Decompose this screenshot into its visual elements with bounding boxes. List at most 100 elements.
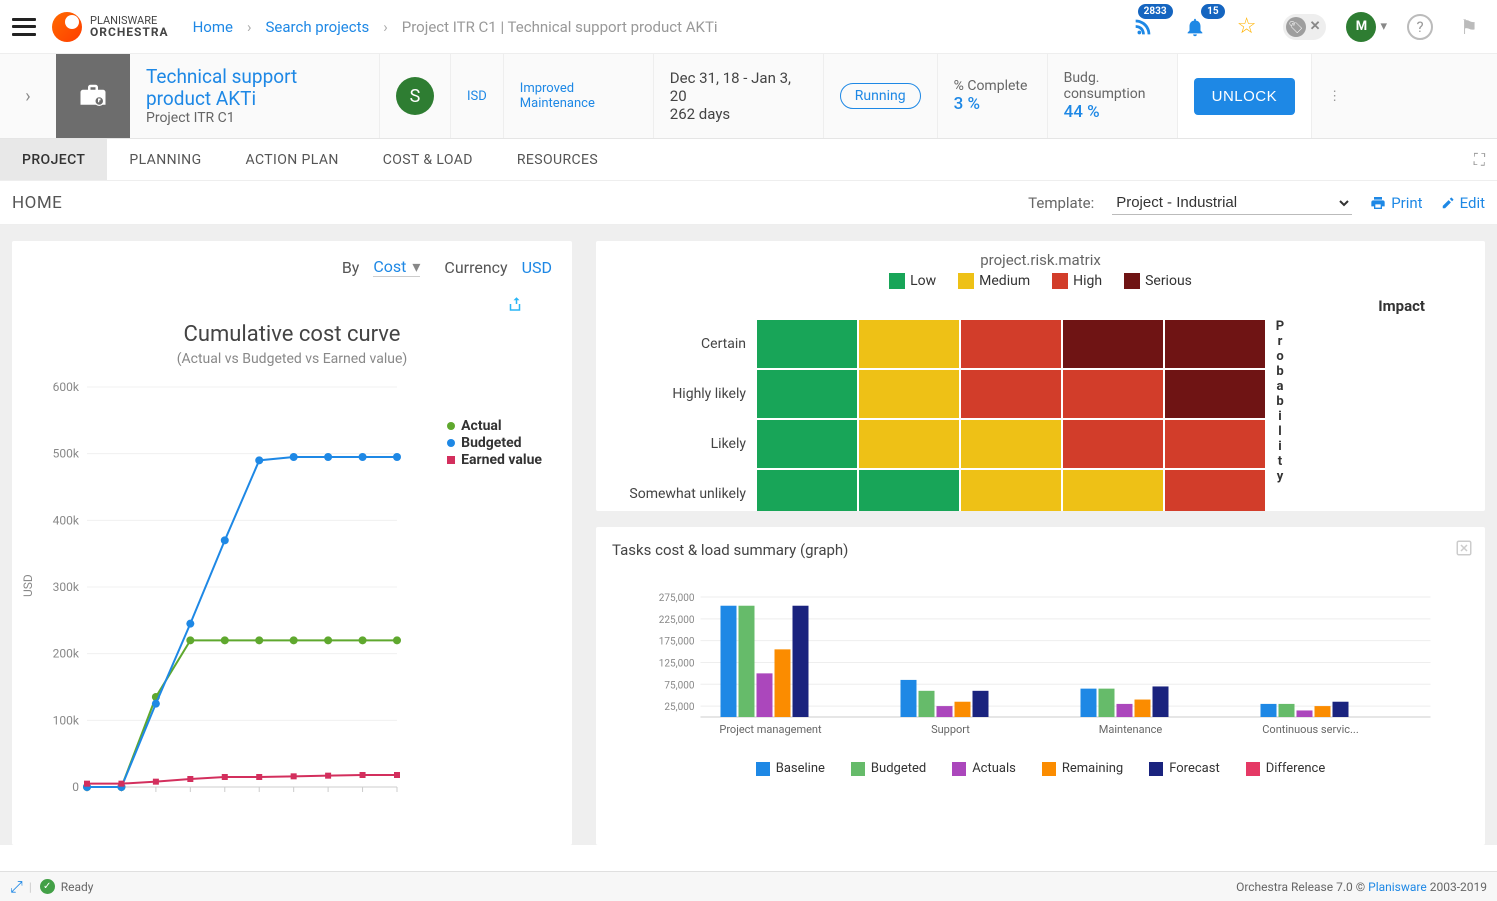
risk-legend: Low Medium High Serious: [596, 273, 1485, 289]
risk-row: Certain: [596, 319, 1266, 369]
metric-budget-value: 44 %: [1064, 102, 1161, 122]
risk-cell[interactable]: [961, 420, 1061, 468]
svg-text:175,000: 175,000: [659, 637, 695, 648]
feed-icon[interactable]: 2833: [1127, 11, 1159, 43]
metric-complete-value: 3 %: [954, 94, 1031, 114]
svg-text:500k: 500k: [53, 447, 80, 461]
svg-text:200k: 200k: [53, 647, 80, 661]
flag-icon[interactable]: ⚑: [1453, 11, 1485, 43]
risk-cell[interactable]: [1063, 420, 1163, 468]
template-select[interactable]: Project - Industrial: [1112, 191, 1352, 215]
tasks-bar-chart: 25,00075,000125,000175,000225,000275,000…: [596, 567, 1485, 747]
print-button[interactable]: Print: [1370, 194, 1422, 212]
svg-text:Support: Support: [931, 723, 970, 736]
risk-cell[interactable]: [1165, 420, 1265, 468]
help-icon[interactable]: ?: [1407, 14, 1433, 40]
star-icon[interactable]: ☆: [1231, 11, 1263, 43]
risk-cell[interactable]: [859, 470, 959, 511]
risk-cell[interactable]: [757, 320, 857, 368]
breadcrumb-home[interactable]: Home: [193, 18, 233, 36]
metric-budget-label: Budg. consumption: [1064, 70, 1161, 102]
chart-title: Cumulative cost curve: [12, 322, 572, 347]
svg-text:225,000: 225,000: [659, 615, 695, 626]
tag-pill[interactable]: 🏷✕: [1283, 14, 1327, 40]
risk-cell[interactable]: [961, 470, 1061, 511]
excel-export-icon[interactable]: [1455, 539, 1473, 561]
risk-cell[interactable]: [961, 320, 1061, 368]
svg-text:275,000: 275,000: [659, 593, 695, 604]
svg-text:125,000: 125,000: [659, 658, 695, 669]
breadcrumb: Home › Search projects › Project ITR C1 …: [193, 18, 718, 36]
tab-action-plan[interactable]: ACTION PLAN: [224, 139, 361, 180]
brand-line2: ORCHESTRA: [90, 25, 169, 39]
expand-icon[interactable]: ⤢: [10, 877, 23, 897]
risk-row: Likely: [596, 419, 1266, 469]
user-menu[interactable]: M ▾: [1346, 12, 1387, 42]
status-text: Ready: [61, 880, 94, 894]
by-label: By: [342, 258, 360, 277]
status-badge: Running: [840, 83, 921, 109]
owner-avatar[interactable]: S: [396, 77, 434, 115]
risk-title: project.risk.matrix: [596, 251, 1485, 269]
breadcrumb-search[interactable]: Search projects: [266, 18, 370, 36]
chart-legend: Actual Budgeted Earned value: [447, 417, 542, 469]
project-title[interactable]: Technical support product AKTi: [146, 66, 363, 110]
more-icon[interactable]: ⋮: [1312, 54, 1357, 138]
risk-cell[interactable]: [1165, 370, 1265, 418]
by-select[interactable]: Cost ▾: [373, 257, 420, 277]
project-dates: Dec 31, 18 - Jan 3, 20: [670, 69, 807, 105]
risk-cell[interactable]: [1063, 470, 1163, 511]
cost-curve-panel: By Cost ▾ Currency USD Cumulative cost c…: [12, 241, 572, 845]
logo[interactable]: PLANISWAREORCHESTRA: [52, 12, 169, 42]
risk-cell[interactable]: [1165, 470, 1265, 511]
bell-icon[interactable]: 15: [1179, 11, 1211, 43]
back-button[interactable]: ›: [0, 54, 56, 138]
stage-1[interactable]: Improved: [520, 81, 637, 96]
tab-resources[interactable]: RESOURCES: [495, 139, 620, 180]
svg-text:75,000: 75,000: [664, 680, 694, 691]
svg-text:0: 0: [72, 780, 79, 794]
release-text: Orchestra Release 7.0 ©: [1236, 880, 1368, 894]
risk-cell[interactable]: [1063, 320, 1163, 368]
risk-cell[interactable]: [961, 370, 1061, 418]
risk-row: Highly likely: [596, 369, 1266, 419]
bell-badge: 15: [1201, 4, 1224, 19]
risk-cell[interactable]: [757, 420, 857, 468]
status-ok-icon: ✓: [40, 879, 55, 894]
svg-text:400k: 400k: [53, 513, 80, 527]
dept[interactable]: ISD: [467, 89, 487, 104]
planisware-link[interactable]: Planisware: [1368, 880, 1427, 894]
fullscreen-icon[interactable]: ⛶: [1474, 150, 1485, 170]
risk-row: Somewhat unlikely: [596, 469, 1266, 511]
edit-button[interactable]: Edit: [1441, 194, 1485, 212]
chevron-down-icon: ▾: [1380, 19, 1387, 34]
logo-icon: [52, 12, 82, 42]
risk-cell[interactable]: [757, 370, 857, 418]
unlock-button[interactable]: UNLOCK: [1194, 78, 1296, 115]
export-icon[interactable]: [506, 297, 548, 318]
breadcrumb-current: Project ITR C1 | Technical support produ…: [402, 18, 718, 36]
risk-cell[interactable]: [859, 370, 959, 418]
project-type-icon: [56, 54, 130, 138]
tab-project[interactable]: PROJECT: [0, 139, 107, 180]
avatar: M: [1346, 12, 1376, 42]
risk-cell[interactable]: [859, 320, 959, 368]
svg-text:100k: 100k: [53, 713, 80, 727]
tab-planning[interactable]: PLANNING: [107, 139, 223, 180]
risk-cell[interactable]: [1165, 320, 1265, 368]
risk-cell[interactable]: [859, 420, 959, 468]
risk-cell[interactable]: [1063, 370, 1163, 418]
tab-cost-load[interactable]: COST & LOAD: [361, 139, 495, 180]
svg-text:Project management: Project management: [719, 723, 822, 736]
chart-subtitle: (Actual vs Budgeted vs Earned value): [12, 351, 572, 367]
tag-icon: 🏷: [1286, 17, 1306, 37]
currency-select[interactable]: USD: [522, 258, 552, 277]
menu-icon[interactable]: [12, 18, 36, 36]
risk-matrix-panel: project.risk.matrix Low Medium High Seri…: [596, 241, 1485, 511]
stage-2[interactable]: Maintenance: [520, 96, 637, 111]
close-icon[interactable]: ✕: [1310, 19, 1321, 34]
svg-text:600k: 600k: [53, 380, 80, 394]
risk-cell[interactable]: [757, 470, 857, 511]
page-title: HOME: [12, 193, 62, 213]
project-code: Project ITR C1: [146, 110, 363, 126]
